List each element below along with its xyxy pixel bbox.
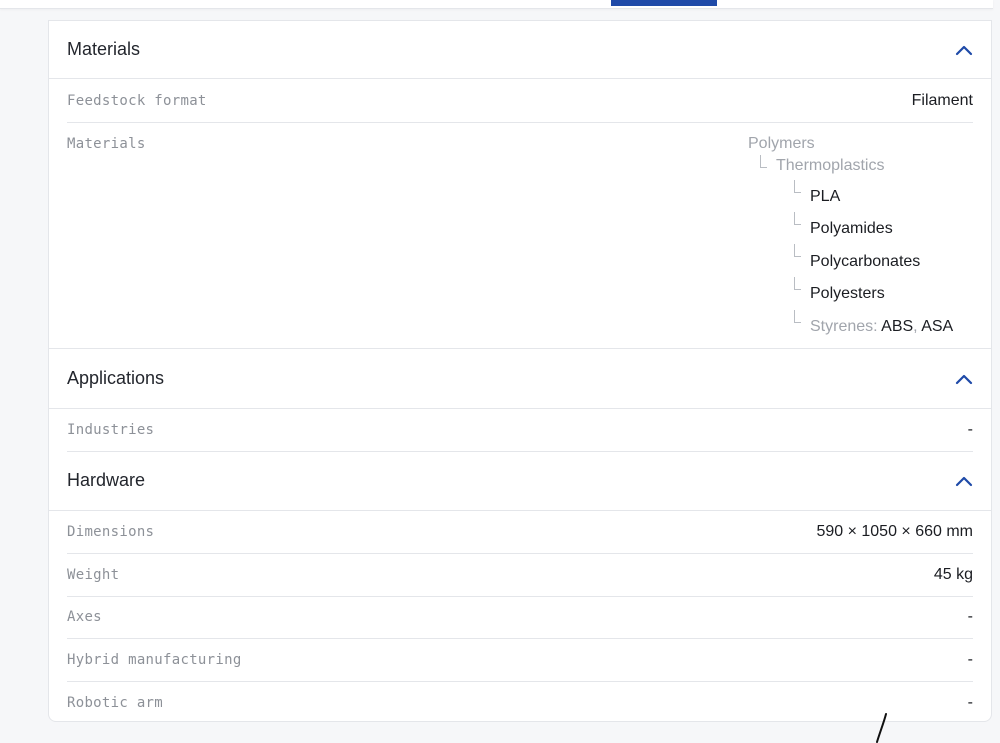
robotic-arm-value: -	[967, 693, 973, 711]
hardware-section-title: Hardware	[67, 470, 146, 490]
weight-row: Weight 45 kg	[67, 554, 973, 597]
industries-label: Industries	[67, 422, 155, 438]
pen-stroke-mark	[876, 713, 887, 743]
chevron-up-icon[interactable]	[955, 41, 973, 59]
tree-leaf-polyamides[interactable]: Polyamides	[810, 220, 893, 238]
weight-value: 45 kg	[933, 566, 973, 583]
tree-leaf-polyesters[interactable]: Polyesters	[810, 285, 885, 303]
applications-section-title: Applications	[67, 368, 165, 388]
hybrid-manufacturing-label: Hybrid manufacturing	[67, 652, 242, 668]
axes-value: -	[967, 608, 973, 625]
tree-connector	[794, 310, 801, 323]
tree-connector	[794, 277, 801, 290]
axes-row: Axes -	[67, 596, 973, 639]
axes-label: Axes	[67, 609, 102, 625]
materials-label: Materials	[67, 136, 146, 152]
materials-section-title: Materials	[67, 39, 141, 59]
tree-connector	[794, 244, 801, 257]
tree-leaf-polycarbonates[interactable]: Polycarbonates	[810, 253, 920, 271]
hybrid-manufacturing-value: -	[967, 651, 973, 668]
applications-section-header[interactable]: Applications	[49, 348, 991, 409]
tree-node-polymers[interactable]: Polymers	[748, 135, 815, 153]
tree-connector	[794, 180, 801, 193]
feedstock-format-value: Filament	[911, 92, 973, 109]
materials-tree: Polymers Thermoplastics PLA Polyamides P…	[748, 123, 973, 349]
weight-label: Weight	[67, 567, 120, 583]
materials-section-header[interactable]: Materials	[49, 21, 991, 79]
hybrid-manufacturing-row: Hybrid manufacturing -	[67, 639, 973, 682]
tree-leaf-styrenes: Styrenes: ABS, ASA	[810, 318, 953, 336]
chevron-up-icon[interactable]	[955, 472, 973, 490]
styrenes-separator: ,	[913, 318, 918, 335]
tree-connector	[760, 155, 767, 168]
tree-connector	[794, 212, 801, 225]
tree-leaf-pla[interactable]: PLA	[810, 188, 840, 206]
industries-row: Industries -	[67, 409, 973, 452]
hardware-section-header[interactable]: Hardware	[49, 451, 991, 511]
feedstock-format-row: Feedstock format Filament	[67, 80, 973, 123]
tree-node-thermoplastics[interactable]: Thermoplastics	[776, 157, 884, 175]
styrenes-item-abs[interactable]: ABS	[881, 318, 913, 335]
styrenes-item-asa[interactable]: ASA	[921, 318, 953, 335]
feedstock-format-label: Feedstock format	[67, 93, 207, 109]
robotic-arm-label: Robotic arm	[67, 694, 164, 711]
page: Materials Feedstock format Filament Mate…	[0, 0, 1000, 743]
specs-card: Materials Feedstock format Filament Mate…	[48, 20, 992, 722]
active-tab-indicator[interactable]	[611, 0, 717, 6]
dimensions-value: 590 × 1050 × 660 mm	[816, 523, 973, 540]
dimensions-row: Dimensions 590 × 1050 × 660 mm	[67, 511, 973, 554]
dimensions-label: Dimensions	[67, 524, 155, 540]
styrenes-label: Styrenes:	[810, 318, 878, 335]
top-tab-bar	[0, 0, 993, 9]
materials-tree-row: Materials Polymers Thermoplastics PLA Po…	[67, 123, 973, 349]
robotic-arm-row: Robotic arm -	[67, 681, 973, 721]
chevron-up-icon[interactable]	[955, 370, 973, 388]
industries-value: -	[967, 421, 973, 438]
